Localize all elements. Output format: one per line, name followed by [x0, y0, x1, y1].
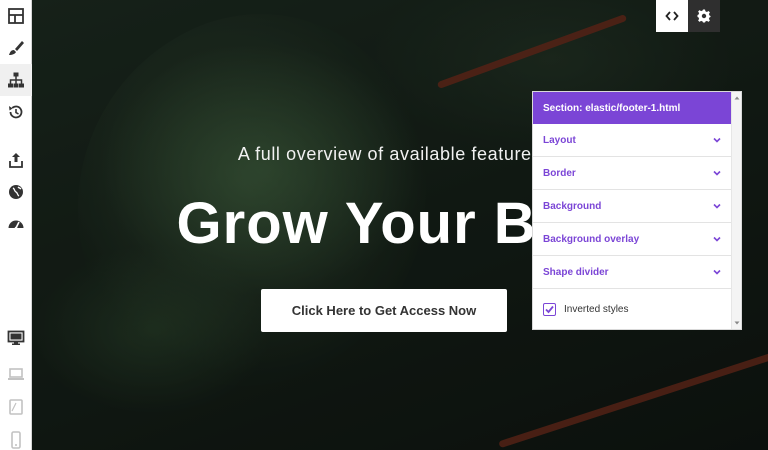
publish-button[interactable] [0, 176, 32, 208]
code-icon [665, 11, 679, 21]
export-button[interactable] [0, 144, 32, 176]
scroll-down-arrow-icon[interactable] [733, 319, 741, 327]
settings-button[interactable] [688, 0, 720, 32]
accordion-layout[interactable]: Layout [533, 124, 731, 157]
dashboard-button[interactable] [0, 208, 32, 240]
mobile-icon [11, 431, 21, 449]
top-controls [656, 0, 720, 32]
sitemap-icon [8, 72, 24, 88]
chevron-down-icon [713, 202, 721, 210]
panel-scrollbar[interactable] [731, 92, 741, 329]
globe-icon [9, 185, 23, 199]
accordion-shape-divider[interactable]: Shape divider [533, 256, 731, 289]
accordion-background-overlay[interactable]: Background overlay [533, 223, 731, 256]
sitemap-button[interactable] [0, 64, 32, 96]
chevron-down-icon [713, 235, 721, 243]
chevron-down-icon [713, 268, 721, 276]
code-view-button[interactable] [656, 0, 688, 32]
accordion-label: Background [543, 200, 602, 212]
section-settings-panel: Section: elastic/footer-1.html Layout Bo… [532, 91, 742, 330]
history-icon [9, 105, 23, 119]
device-desktop-button[interactable] [0, 322, 32, 354]
brush-icon [9, 41, 24, 55]
export-icon [9, 153, 23, 168]
history-button[interactable] [0, 96, 32, 128]
inverted-styles-row: Inverted styles [533, 289, 731, 329]
device-laptop-button[interactable] [0, 358, 32, 390]
chevron-down-icon [713, 169, 721, 177]
layout-icon [8, 8, 24, 24]
layout-button[interactable] [0, 0, 32, 32]
laptop-icon [8, 368, 24, 380]
dashboard-icon [8, 220, 24, 230]
gear-icon [697, 9, 711, 23]
desktop-icon [7, 330, 25, 345]
left-toolbar [0, 0, 32, 450]
accordion-label: Shape divider [543, 266, 609, 278]
tablet-icon [9, 399, 23, 415]
inverted-styles-checkbox[interactable] [543, 302, 556, 316]
style-button[interactable] [0, 32, 32, 64]
accordion-label: Border [543, 167, 576, 179]
inverted-styles-label: Inverted styles [564, 303, 629, 315]
scroll-up-arrow-icon[interactable] [733, 94, 741, 102]
checkmark-icon [545, 305, 554, 313]
accordion-label: Layout [543, 134, 576, 146]
accordion-background[interactable]: Background [533, 190, 731, 223]
panel-title: Section: elastic/footer-1.html [533, 92, 731, 124]
device-mobile-button[interactable] [0, 424, 32, 450]
accordion-border[interactable]: Border [533, 157, 731, 190]
chevron-down-icon [713, 136, 721, 144]
accordion-label: Background overlay [543, 233, 640, 245]
device-tablet-button[interactable] [0, 391, 32, 423]
get-access-button[interactable]: Click Here to Get Access Now [261, 289, 507, 332]
